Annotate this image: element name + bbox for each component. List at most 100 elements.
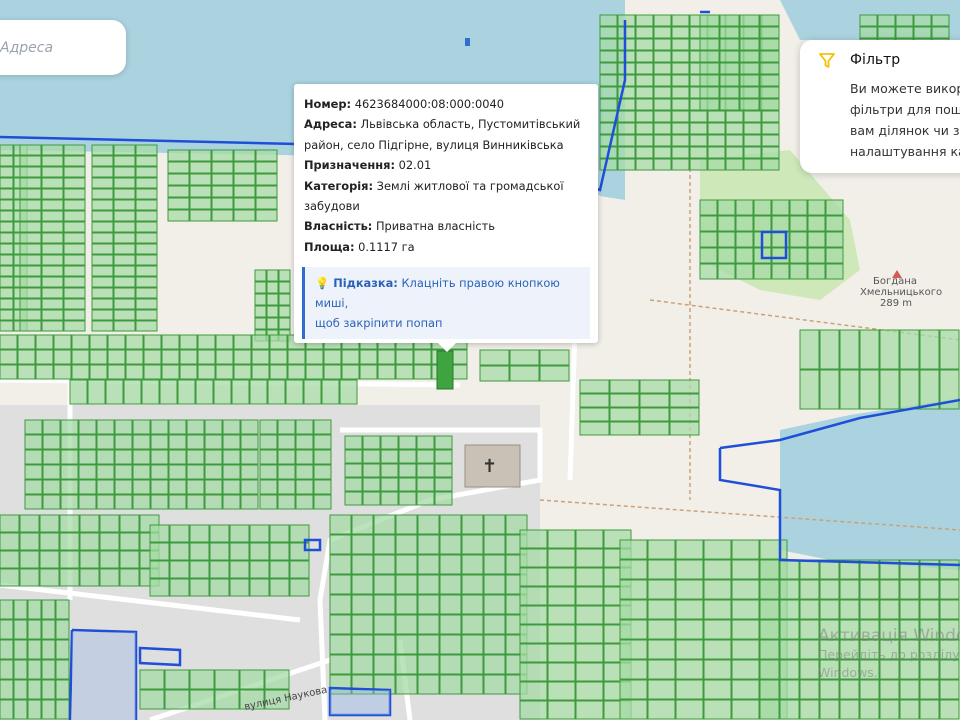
land-parcel[interactable] <box>189 209 212 222</box>
land-parcel[interactable] <box>362 449 381 464</box>
land-parcel[interactable] <box>789 231 808 248</box>
land-parcel[interactable] <box>63 309 86 321</box>
land-parcel[interactable] <box>380 477 399 492</box>
land-parcel[interactable] <box>197 334 216 350</box>
land-parcel[interactable] <box>222 449 241 465</box>
land-parcel[interactable] <box>0 265 14 277</box>
land-parcel[interactable] <box>483 574 506 595</box>
land-parcel[interactable] <box>27 599 42 620</box>
land-parcel[interactable] <box>653 74 672 87</box>
land-parcel[interactable] <box>91 298 114 310</box>
land-parcel[interactable] <box>653 122 672 135</box>
land-parcel[interactable] <box>483 594 506 615</box>
land-parcel[interactable] <box>743 134 762 147</box>
land-parcel[interactable] <box>99 568 120 587</box>
land-parcel[interactable] <box>689 134 708 147</box>
land-parcel[interactable] <box>939 599 960 620</box>
land-parcel[interactable] <box>395 574 418 595</box>
land-parcel[interactable] <box>461 574 484 595</box>
land-parcel[interactable] <box>669 421 700 436</box>
land-parcel[interactable] <box>229 524 250 543</box>
land-parcel[interactable] <box>671 74 690 87</box>
land-parcel[interactable] <box>169 524 190 543</box>
land-parcel[interactable] <box>19 243 42 255</box>
land-parcel[interactable] <box>135 320 158 332</box>
land-parcel[interactable] <box>254 269 267 282</box>
land-parcel[interactable] <box>735 247 754 264</box>
land-parcel[interactable] <box>0 364 18 380</box>
land-parcel[interactable] <box>0 199 14 211</box>
land-parcel[interactable] <box>703 539 732 560</box>
land-parcel[interactable] <box>639 379 670 394</box>
land-parcel[interactable] <box>575 681 604 701</box>
land-parcel[interactable] <box>703 619 732 640</box>
land-parcel[interactable] <box>63 320 86 332</box>
land-parcel[interactable] <box>0 568 20 587</box>
land-parcel[interactable] <box>373 654 396 675</box>
land-parcel[interactable] <box>149 542 170 561</box>
land-parcel[interactable] <box>197 349 216 365</box>
land-parcel[interactable] <box>0 514 20 533</box>
land-parcel[interactable] <box>113 287 136 299</box>
land-parcel[interactable] <box>266 269 279 282</box>
land-parcel[interactable] <box>135 221 158 233</box>
land-parcel[interactable] <box>215 364 234 380</box>
land-parcel[interactable] <box>416 435 435 450</box>
land-parcel[interactable] <box>398 449 417 464</box>
land-parcel[interactable] <box>91 210 114 222</box>
land-parcel[interactable] <box>114 464 133 480</box>
land-parcel[interactable] <box>78 464 97 480</box>
land-parcel[interactable] <box>373 594 396 615</box>
land-parcel[interactable] <box>113 232 136 244</box>
land-parcel[interactable] <box>78 479 97 495</box>
land-parcel[interactable] <box>186 449 205 465</box>
land-parcel[interactable] <box>113 298 136 310</box>
land-parcel[interactable] <box>799 369 820 410</box>
land-parcel[interactable] <box>362 491 381 506</box>
land-parcel[interactable] <box>675 659 704 680</box>
land-parcel[interactable] <box>149 578 170 597</box>
land-parcel[interactable] <box>113 320 136 332</box>
land-parcel[interactable] <box>519 586 548 606</box>
land-parcel[interactable] <box>859 579 880 600</box>
land-parcel[interactable] <box>91 309 114 321</box>
land-parcel[interactable] <box>211 209 234 222</box>
land-parcel[interactable] <box>879 579 900 600</box>
land-parcel[interactable] <box>439 654 462 675</box>
land-parcel[interactable] <box>635 146 654 159</box>
land-parcel[interactable] <box>703 679 732 700</box>
land-parcel[interactable] <box>19 188 42 200</box>
land-parcel[interactable] <box>13 659 28 680</box>
land-parcel[interactable] <box>19 144 42 156</box>
land-parcel[interactable] <box>119 532 140 551</box>
land-parcel[interactable] <box>305 364 324 380</box>
land-parcel[interactable] <box>41 144 64 156</box>
land-parcel[interactable] <box>719 62 740 75</box>
land-parcel[interactable] <box>395 514 418 535</box>
land-parcel[interactable] <box>879 369 900 410</box>
land-parcel[interactable] <box>789 247 808 264</box>
land-parcel[interactable] <box>779 559 800 580</box>
land-parcel[interactable] <box>119 514 140 533</box>
land-parcel[interactable] <box>753 199 772 216</box>
land-parcel[interactable] <box>189 669 215 690</box>
land-parcel[interactable] <box>195 379 214 405</box>
land-parcel[interactable] <box>41 199 64 211</box>
land-parcel[interactable] <box>547 529 576 549</box>
land-parcel[interactable] <box>42 479 61 495</box>
land-parcel[interactable] <box>699 74 720 87</box>
land-parcel[interactable] <box>135 298 158 310</box>
land-parcel[interactable] <box>635 86 654 99</box>
land-parcel[interactable] <box>789 215 808 232</box>
land-parcel[interactable] <box>609 421 640 436</box>
land-parcel[interactable] <box>269 349 288 365</box>
land-parcel[interactable] <box>179 334 198 350</box>
land-parcel[interactable] <box>547 643 576 663</box>
land-parcel[interactable] <box>161 349 180 365</box>
land-parcel[interactable] <box>743 158 762 171</box>
land-parcel[interactable] <box>575 605 604 625</box>
land-parcel[interactable] <box>609 393 640 408</box>
land-parcel[interactable] <box>99 550 120 569</box>
land-parcel[interactable] <box>398 491 417 506</box>
land-parcel[interactable] <box>99 514 120 533</box>
